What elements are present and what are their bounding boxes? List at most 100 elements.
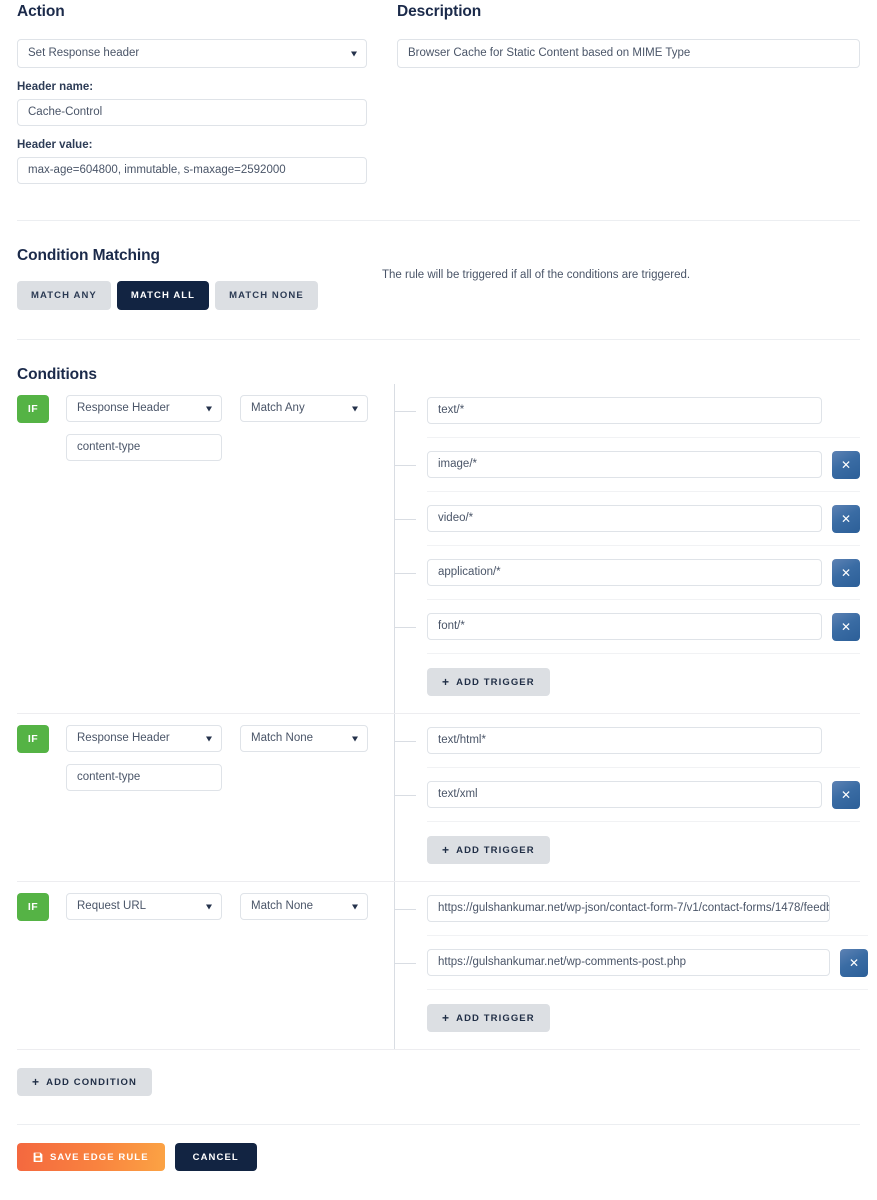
delete-trigger-button[interactable]: ✕	[832, 780, 860, 809]
chevron-down-icon	[352, 736, 358, 741]
condition-parameter-input[interactable]: content-type	[66, 764, 222, 791]
trigger-value-input[interactable]: video/*	[427, 505, 822, 532]
chevron-down-icon	[352, 904, 358, 909]
if-badge: IF	[17, 725, 49, 753]
header-value-input[interactable]: max-age=604800, immutable, s-maxage=2592…	[17, 157, 367, 184]
trigger-value: text/*	[438, 403, 465, 416]
plus-icon: +	[442, 675, 451, 689]
close-icon: ✕	[840, 619, 852, 634]
condition-matching-left: Condition Matching MATCH ANY MATCH ALL M…	[17, 247, 382, 310]
condition-match-select[interactable]: Match None	[240, 725, 368, 752]
trigger-connector-line	[394, 962, 416, 964]
condition-type-select[interactable]: Response Header	[66, 395, 222, 422]
condition-type-select[interactable]: Response Header	[66, 725, 222, 752]
save-edge-rule-button[interactable]: SAVE EDGE RULE	[17, 1143, 165, 1171]
trigger-value-input[interactable]: image/*	[427, 451, 822, 478]
condition-group: IF Request URL Match None https://gulshanku…	[0, 882, 877, 1049]
close-icon: ✕	[848, 955, 860, 970]
trigger-connector-line	[394, 518, 416, 520]
delete-trigger-button[interactable]: ✕	[832, 612, 860, 641]
add-condition-label: ADD CONDITION	[46, 1076, 137, 1088]
trigger-row: image/* ✕	[394, 438, 860, 492]
trigger-value: https://gulshankumar.net/wp-json/contact…	[438, 901, 830, 914]
chevron-down-icon	[206, 736, 212, 741]
trigger-value: font/*	[438, 619, 465, 632]
header-name-input[interactable]: Cache-Control	[17, 99, 367, 126]
condition-group-left: IF Response Header Match None content-type	[17, 714, 394, 881]
description-value: Browser Cache for Static Content based o…	[408, 46, 691, 59]
chevron-down-icon	[206, 406, 212, 411]
condition-parameter-value: content-type	[77, 440, 141, 453]
add-trigger-label: ADD TRIGGER	[456, 676, 535, 688]
trigger-rail	[394, 882, 395, 1049]
delete-trigger-button[interactable]: ✕	[840, 948, 868, 977]
delete-trigger-button[interactable]: ✕	[832, 450, 860, 479]
condition-group-left: IF Request URL Match None	[17, 882, 394, 1049]
trigger-value-input[interactable]: text/html*	[427, 727, 822, 754]
close-icon: ✕	[840, 787, 852, 802]
add-trigger-label: ADD TRIGGER	[456, 844, 535, 856]
chevron-down-icon	[206, 904, 212, 909]
add-trigger-wrap: + ADD TRIGGER	[427, 822, 860, 881]
trigger-value: image/*	[438, 457, 477, 470]
add-condition-button[interactable]: + ADD CONDITION	[17, 1068, 152, 1096]
condition-matching-note: The rule will be triggered if all of the…	[382, 269, 691, 281]
add-trigger-label: ADD TRIGGER	[456, 1012, 535, 1024]
condition-group: IF Response Header Match None content-type t…	[0, 714, 877, 881]
trigger-value-input[interactable]: text/xml	[427, 781, 822, 808]
trigger-value: application/*	[438, 565, 501, 578]
cancel-button[interactable]: CANCEL	[174, 1143, 257, 1171]
header-name-value: Cache-Control	[28, 105, 103, 118]
add-trigger-wrap: + ADD TRIGGER	[427, 654, 860, 713]
match-all-button[interactable]: MATCH ALL	[116, 281, 210, 310]
condition-group: IF Response Header Match Any content-type te…	[0, 384, 877, 713]
add-trigger-button[interactable]: + ADD TRIGGER	[427, 668, 550, 696]
trigger-list: https://gulshankumar.net/wp-json/contact…	[394, 882, 868, 1049]
match-none-button[interactable]: MATCH NONE	[215, 281, 318, 310]
trigger-value: text/xml	[438, 787, 478, 800]
close-icon: ✕	[840, 565, 852, 580]
description-input[interactable]: Browser Cache for Static Content based o…	[397, 39, 860, 68]
trigger-row: text/*	[394, 384, 860, 438]
plus-icon: +	[32, 1075, 41, 1089]
description-heading: Description	[397, 3, 482, 20]
condition-parameter-input[interactable]: content-type	[66, 434, 222, 461]
delete-trigger-button[interactable]: ✕	[832, 558, 860, 587]
close-icon: ✕	[840, 511, 852, 526]
condition-matching-heading: Condition Matching	[17, 247, 160, 264]
condition-match-select[interactable]: Match None	[240, 893, 368, 920]
trigger-value: https://gulshankumar.net/wp-comments-pos…	[438, 955, 687, 968]
match-any-button[interactable]: MATCH ANY	[17, 281, 111, 310]
save-disk-icon	[33, 1152, 43, 1162]
trigger-value-input[interactable]: https://gulshankumar.net/wp-json/contact…	[427, 895, 830, 922]
condition-row: IF Request URL Match None	[17, 893, 394, 921]
plus-icon: +	[442, 843, 451, 857]
trigger-value-input[interactable]: application/*	[427, 559, 822, 586]
condition-type-select[interactable]: Request URL	[66, 893, 222, 920]
trigger-connector-line	[394, 626, 416, 628]
header-value-label: Header value:	[17, 139, 93, 151]
trigger-value-input[interactable]: https://gulshankumar.net/wp-comments-pos…	[427, 949, 830, 976]
add-trigger-button[interactable]: + ADD TRIGGER	[427, 1004, 550, 1032]
condition-parameter-value: content-type	[77, 770, 141, 783]
trigger-connector-line	[394, 410, 416, 412]
action-type-select[interactable]: Set Response header	[17, 39, 367, 68]
header-value-value: max-age=604800, immutable, s-maxage=2592…	[28, 163, 286, 176]
trigger-value: text/html*	[438, 733, 486, 746]
condition-match-select-value: Match Any	[251, 401, 305, 414]
delete-trigger-button[interactable]: ✕	[832, 504, 860, 533]
chevron-down-icon	[352, 406, 358, 411]
plus-icon: +	[442, 1011, 451, 1025]
trigger-value-input[interactable]: font/*	[427, 613, 822, 640]
add-trigger-button[interactable]: + ADD TRIGGER	[427, 836, 550, 864]
condition-type-select-value: Request URL	[77, 899, 147, 912]
action-heading: Action	[17, 3, 65, 20]
save-edge-rule-label: SAVE EDGE RULE	[50, 1151, 149, 1163]
trigger-row: https://gulshankumar.net/wp-json/contact…	[394, 882, 868, 936]
trigger-row: https://gulshankumar.net/wp-comments-pos…	[394, 936, 868, 990]
header-name-label: Header name:	[17, 81, 94, 93]
add-trigger-wrap: + ADD TRIGGER	[427, 990, 868, 1049]
condition-match-select[interactable]: Match Any	[240, 395, 368, 422]
trigger-value-input[interactable]: text/*	[427, 397, 822, 424]
description-column: Description Browser Cache for Static Con…	[397, 3, 860, 184]
